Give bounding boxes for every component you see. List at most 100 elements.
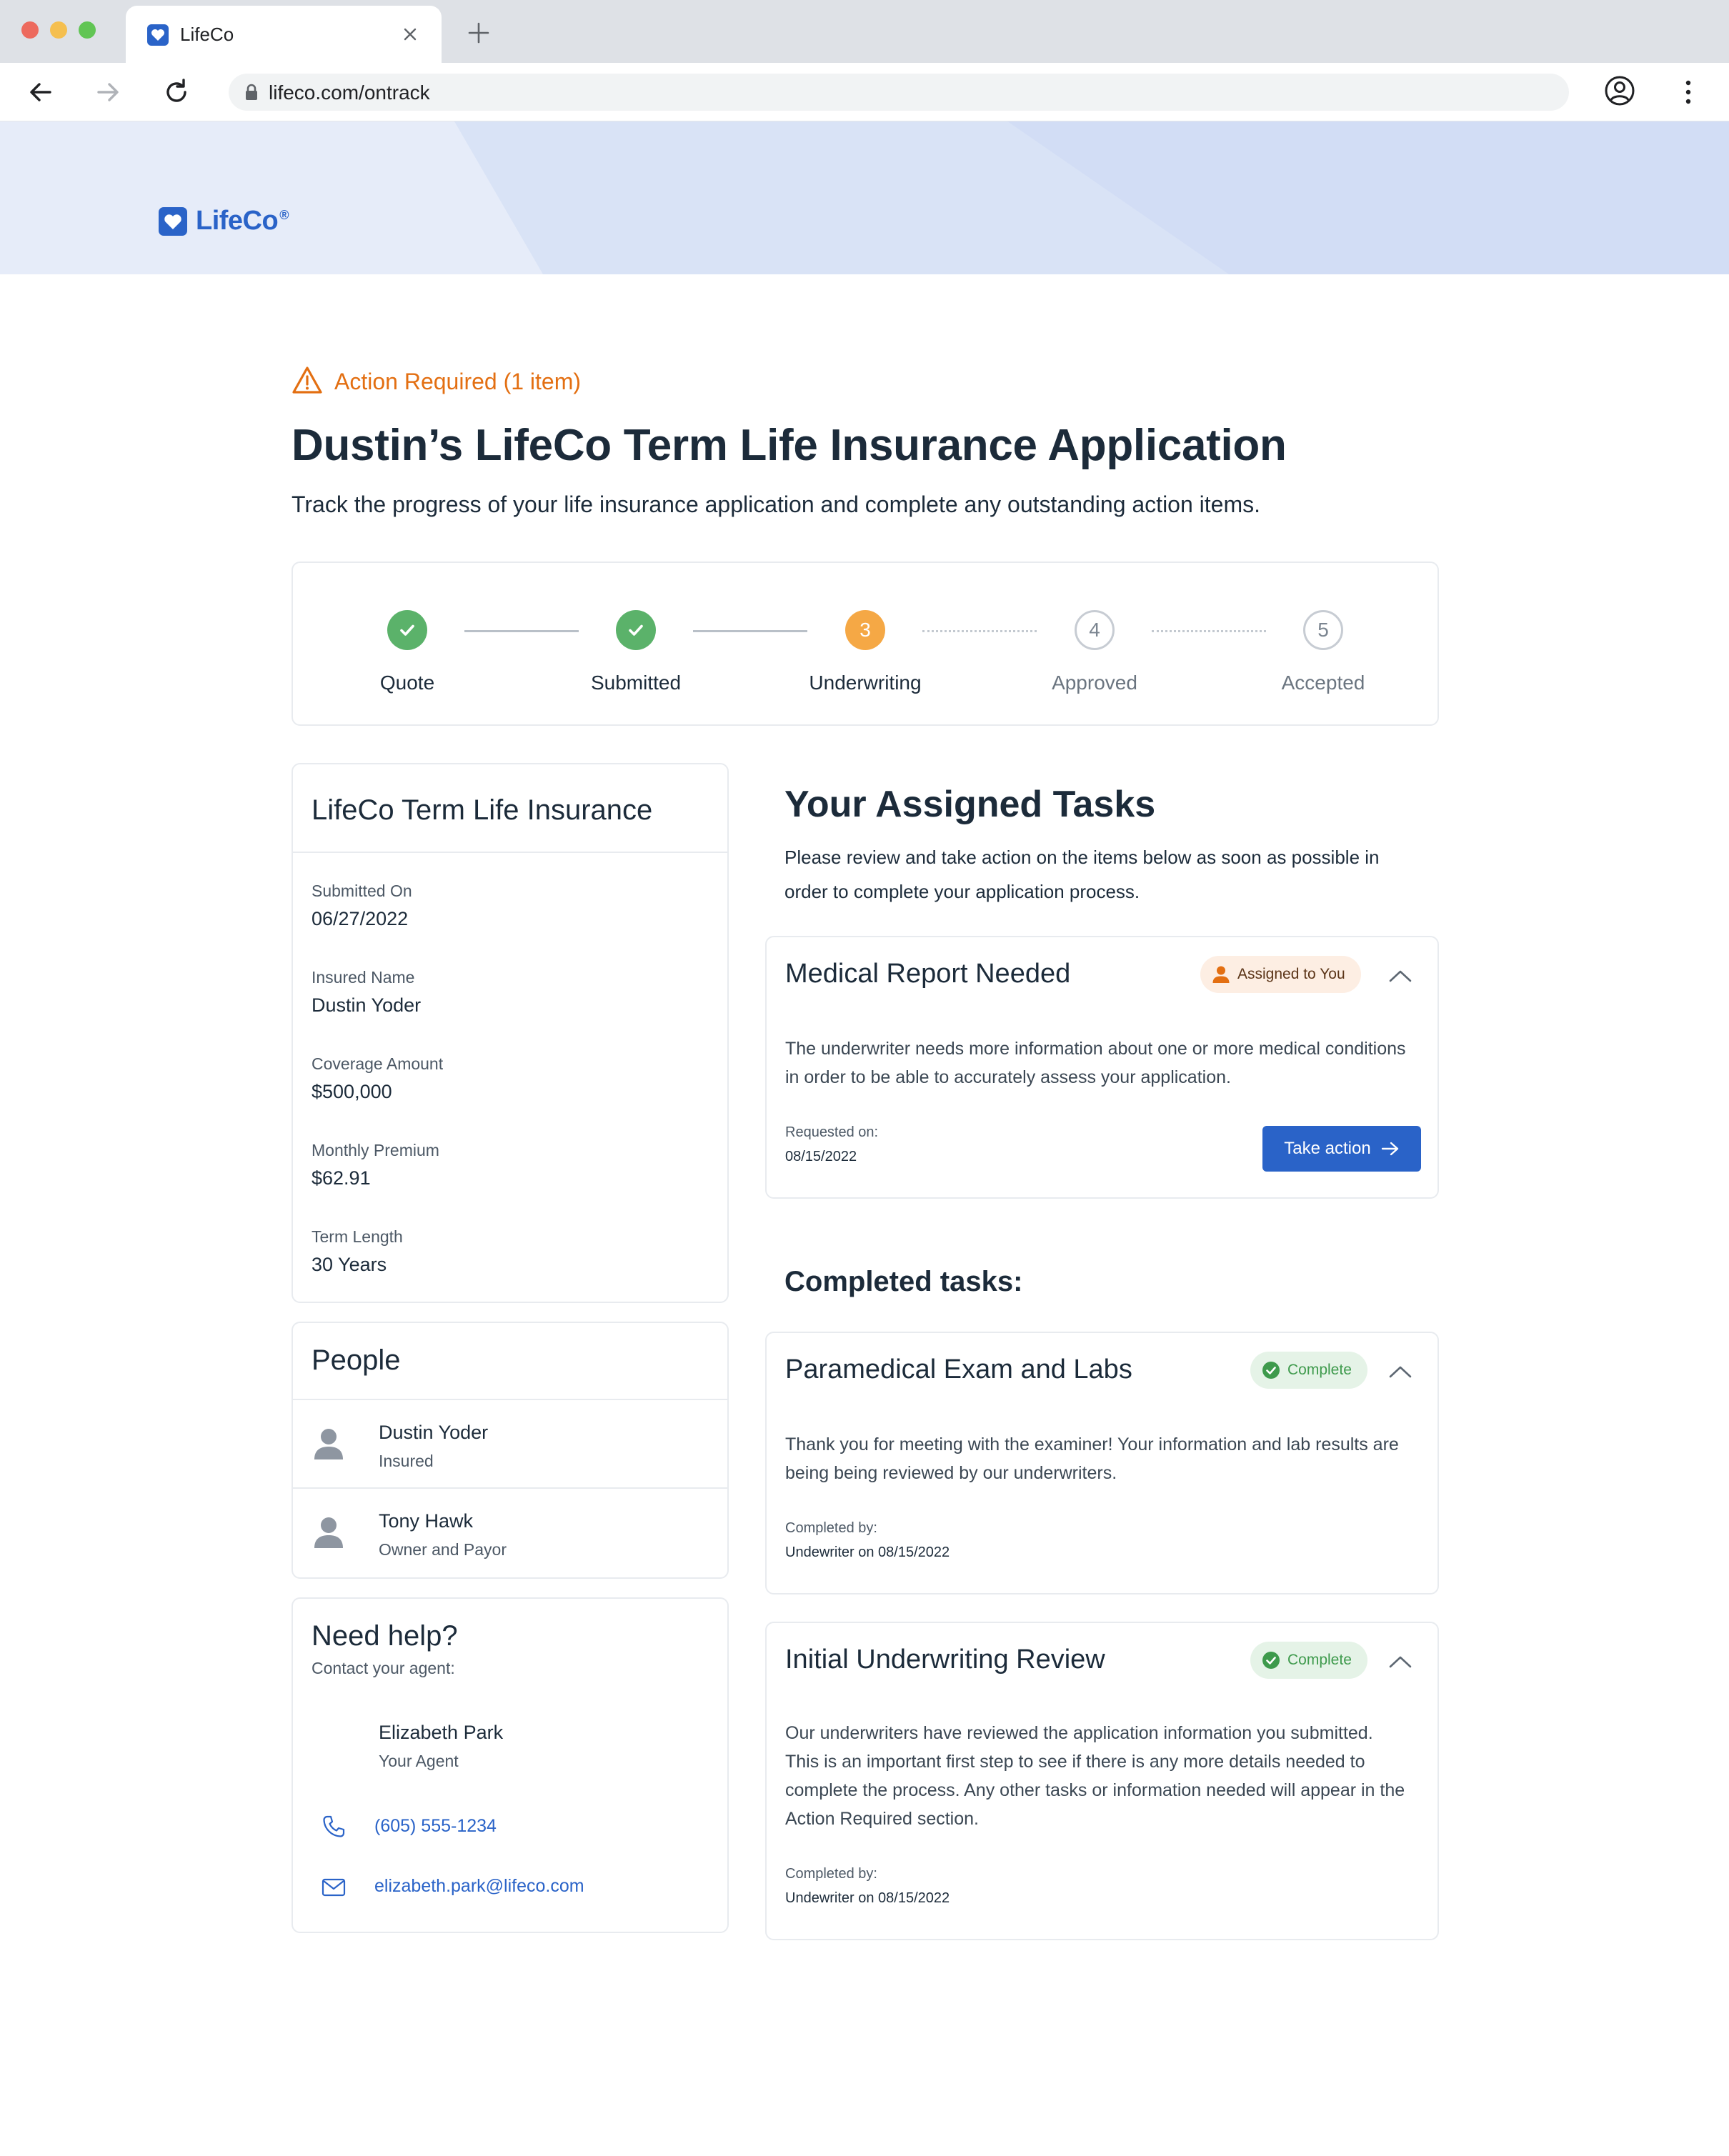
heart-icon — [147, 24, 169, 46]
agent-role: Your Agent — [379, 1752, 459, 1770]
close-window-button[interactable] — [21, 21, 39, 39]
field-value: $500,000 — [312, 1081, 392, 1102]
field-value: Dustin Yoder — [312, 994, 422, 1016]
agent-name: Elizabeth Park — [379, 1722, 504, 1743]
list-item: Dustin Yoder Insured — [293, 1400, 727, 1486]
close-icon[interactable] — [399, 23, 422, 46]
badge-label: Assigned to You — [1237, 966, 1345, 982]
warning-icon — [292, 366, 323, 398]
field-value: $62.91 — [312, 1167, 371, 1189]
chevron-up-icon[interactable] — [1388, 1655, 1412, 1669]
field-label: Coverage Amount — [312, 1054, 444, 1073]
chevron-up-icon[interactable] — [1388, 969, 1412, 983]
task-description: Thank you for meeting with the examiner!… — [785, 1434, 1399, 1483]
forward-arrow-icon[interactable] — [93, 77, 123, 107]
tasks-description: Please review and take action on the ite… — [784, 847, 1380, 902]
browser-toolbar: lifeco.com/ontrack — [0, 63, 1729, 121]
task-meta-label: Requested on: — [785, 1124, 879, 1140]
agent-phone-link[interactable]: (605) 555-1234 — [374, 1816, 497, 1837]
divider — [293, 852, 727, 853]
check-circle-icon — [1262, 1651, 1280, 1670]
lock-icon — [244, 84, 259, 104]
field-monthly-premium: Monthly Premium $62.91 — [312, 1141, 439, 1189]
maximize-window-button[interactable] — [79, 21, 96, 39]
action-required-alert: Action Required (1 item) — [292, 366, 581, 398]
task-meta-value: 08/15/2022 — [785, 1149, 857, 1164]
task-title: Initial Underwriting Review — [785, 1645, 1105, 1675]
header-background — [454, 121, 1729, 274]
help-card: Need help? Contact your agent: Elizabeth… — [292, 1597, 729, 1933]
complete-badge: Complete — [1250, 1642, 1367, 1679]
url-text: lifeco.com/ontrack — [269, 81, 430, 104]
task-meta-value: Undewriter on 08/15/2022 — [785, 1890, 950, 1906]
browser-tab[interactable]: LifeCo — [126, 6, 442, 63]
step-quote: Quote — [322, 610, 493, 694]
assigned-badge: Assigned to You — [1200, 956, 1361, 993]
field-value: 30 Years — [312, 1254, 387, 1275]
agent-email-link[interactable]: elizabeth.park@lifeco.com — [374, 1876, 584, 1897]
task-meta-label: Completed by: — [785, 1520, 877, 1536]
task-description: Our underwriters have reviewed the appli… — [785, 1723, 1405, 1829]
completed-tasks-title: Completed tasks: — [784, 1266, 1023, 1297]
task-title: Paramedical Exam and Labs — [785, 1354, 1132, 1384]
check-circle-icon — [1262, 1361, 1280, 1379]
field-value: 06/27/2022 — [312, 908, 409, 929]
people-title: People — [312, 1344, 401, 1376]
badge-label: Complete — [1287, 1362, 1352, 1378]
field-term-length: Term Length 30 Years — [312, 1227, 403, 1276]
help-subtitle: Contact your agent: — [312, 1659, 455, 1677]
step-label: Underwriting — [809, 672, 922, 694]
step-label: Quote — [379, 672, 435, 694]
help-title: Need help? — [312, 1620, 458, 1652]
step-label: Approved — [1052, 672, 1137, 694]
person-name: Dustin Yoder — [379, 1422, 489, 1443]
step-number: 5 — [1303, 610, 1343, 650]
action-required-text: Action Required (1 item) — [334, 369, 582, 394]
step-label: Submitted — [590, 672, 682, 694]
plus-icon[interactable] — [466, 20, 492, 46]
policy-title: LifeCo Term Life Insurance — [312, 794, 653, 826]
site-header: LifeCo ® — [0, 121, 1729, 274]
mail-icon — [322, 1877, 346, 1901]
back-arrow-icon[interactable] — [26, 77, 56, 107]
field-insured-name: Insured Name Dustin Yoder — [312, 968, 421, 1017]
person-role: Owner and Payor — [379, 1540, 507, 1559]
logo-text: LifeCo ® — [196, 206, 289, 236]
chevron-up-icon[interactable] — [1388, 1364, 1412, 1379]
window-controls — [21, 21, 96, 39]
heart-icon — [159, 206, 187, 236]
more-vertical-icon[interactable] — [1680, 76, 1696, 109]
address-bar[interactable]: lifeco.com/ontrack — [229, 74, 1569, 111]
task-card-paramedical-exam: Paramedical Exam and Labs Complete Thank… — [765, 1332, 1439, 1594]
arrow-right-icon — [1381, 1142, 1398, 1156]
person-icon — [1212, 965, 1230, 984]
minimize-window-button[interactable] — [50, 21, 67, 39]
check-icon — [616, 610, 656, 650]
step-accepted: 5 Accepted — [1237, 610, 1409, 694]
take-action-button[interactable]: Take action — [1262, 1126, 1421, 1172]
check-icon — [387, 610, 427, 650]
profile-icon[interactable] — [1603, 74, 1636, 107]
step-underwriting: 3 Underwriting — [779, 610, 951, 694]
step-submitted: Submitted — [550, 610, 722, 694]
person-icon — [313, 1516, 344, 1552]
field-label: Term Length — [312, 1227, 403, 1246]
person-name: Tony Hawk — [379, 1510, 474, 1532]
task-meta-value: Undewriter on 08/15/2022 — [785, 1544, 950, 1560]
task-card-medical-report: Medical Report Needed Assigned to You Th… — [765, 936, 1439, 1199]
field-coverage-amount: Coverage Amount $500,000 — [312, 1054, 443, 1103]
step-number: 4 — [1075, 610, 1115, 650]
field-label: Insured Name — [312, 968, 415, 987]
step-approved: 4 Approved — [1009, 610, 1180, 694]
person-role: Insured — [379, 1452, 434, 1470]
page-title: Dustin’s LifeCo Term Life Insurance Appl… — [292, 421, 1287, 470]
tasks-title: Your Assigned Tasks — [784, 784, 1156, 825]
lifeco-logo[interactable]: LifeCo ® — [159, 206, 289, 236]
button-label: Take action — [1284, 1139, 1371, 1158]
step-label: Accepted — [1281, 672, 1365, 694]
reload-icon[interactable] — [161, 77, 191, 107]
task-card-initial-underwriting: Initial Underwriting Review Complete Our… — [765, 1622, 1439, 1940]
person-icon — [313, 1427, 344, 1464]
browser-tab-bar: LifeCo — [0, 0, 1729, 63]
tab-title: LifeCo — [180, 24, 234, 45]
